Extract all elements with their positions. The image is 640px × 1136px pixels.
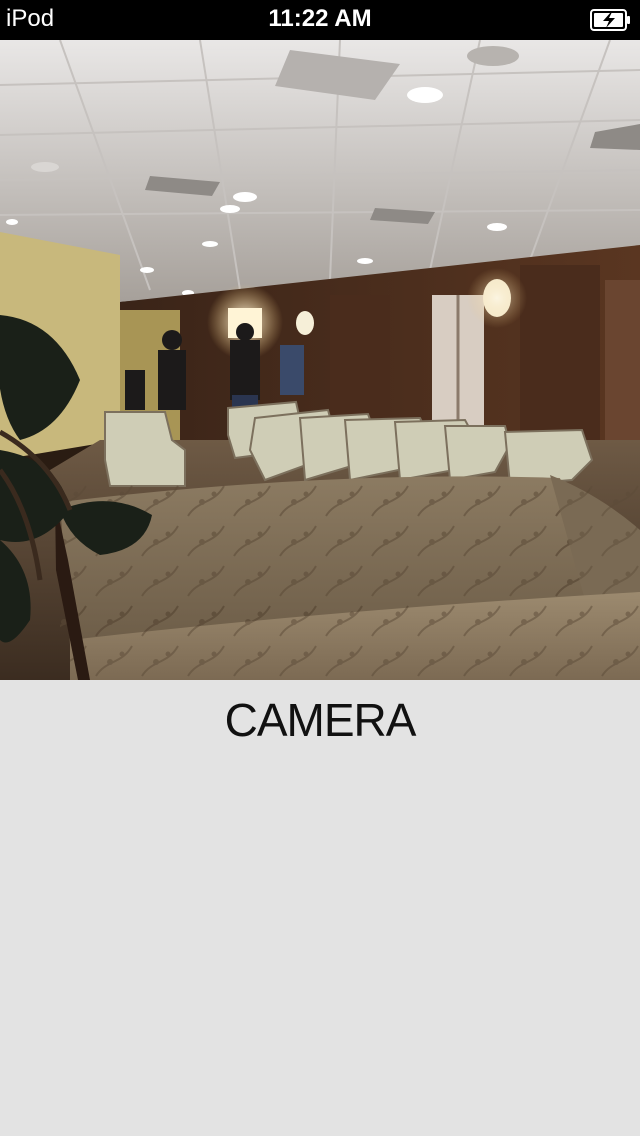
- battery-charging-icon: [590, 9, 632, 31]
- status-bar: iPod 11:22 AM: [0, 0, 640, 40]
- camera-preview-image: [0, 40, 640, 680]
- page-title: CAMERA: [224, 694, 417, 746]
- status-clock: 11:22 AM: [268, 5, 372, 32]
